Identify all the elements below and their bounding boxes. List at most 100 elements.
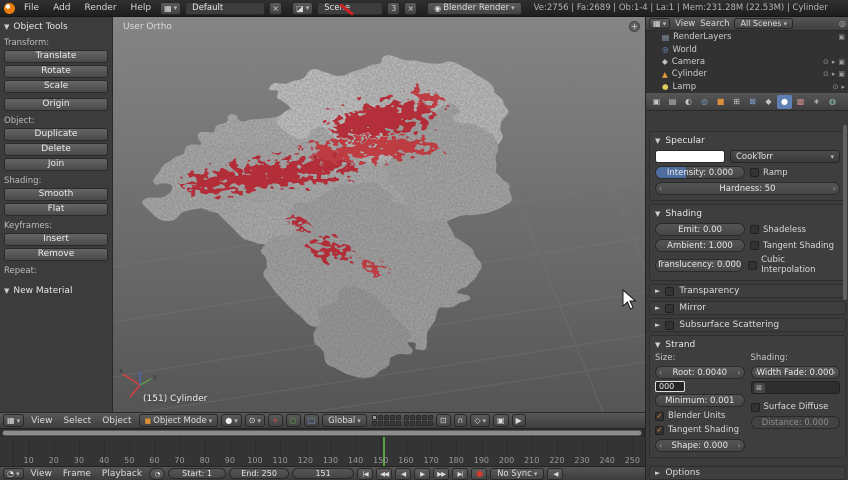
tab-particles[interactable]: ∗: [809, 95, 824, 109]
strand-shape-slider[interactable]: ‹ Shape: 0.000 ›: [655, 439, 745, 452]
opengl-render-button[interactable]: ▣: [493, 414, 509, 427]
outliner-item-cylinder[interactable]: ▲ Cylinder ⊙ ▸ ▣: [646, 68, 848, 80]
blender-logo-icon[interactable]: [4, 2, 15, 14]
timeline-menu-frame[interactable]: Frame: [59, 469, 95, 479]
decrement-arrow-icon[interactable]: ‹: [659, 441, 662, 450]
snap-element-select[interactable]: ◇ ▾: [470, 414, 491, 427]
editor-type-view3d-button[interactable]: ▦ ▾: [3, 414, 25, 427]
tab-material[interactable]: ●: [777, 94, 792, 109]
rotate-button[interactable]: Rotate: [4, 65, 108, 78]
blender-units-checkbox[interactable]: ✓ Blender Units: [655, 411, 725, 421]
join-button[interactable]: Join: [4, 158, 108, 171]
tab-render[interactable]: ▣: [649, 95, 664, 109]
manipulator-scale-toggle[interactable]: □: [303, 414, 320, 427]
increment-arrow-icon[interactable]: ›: [833, 368, 836, 377]
layer-selector[interactable]: [371, 415, 433, 426]
manipulator-translate-toggle[interactable]: +: [267, 414, 283, 427]
viewport-shading-select[interactable]: ● ▾: [221, 414, 242, 427]
translucency-slider[interactable]: Translucency: 0.000: [655, 258, 744, 272]
tab-constraints[interactable]: ⊞: [729, 95, 744, 109]
smooth-button[interactable]: Smooth: [4, 188, 108, 201]
strand-tip-edit-field[interactable]: 000: [655, 381, 685, 392]
tab-object[interactable]: ■: [713, 95, 728, 109]
editor-type-timeline-button[interactable]: ◔ ▾: [3, 468, 24, 479]
translate-button[interactable]: Translate: [4, 50, 108, 63]
strand-minimum-slider[interactable]: Minimum: 0.001: [655, 394, 745, 407]
cubic-interpolation-checkbox[interactable]: Cubic Interpolation: [748, 255, 840, 275]
scale-button[interactable]: Scale: [4, 80, 108, 93]
frame-start-field[interactable]: Start: 1: [168, 468, 227, 479]
previous-keyframe-button[interactable]: ◀◀: [376, 467, 393, 480]
outliner-menu-view[interactable]: View: [675, 19, 695, 29]
outliner-item-lamp[interactable]: ● Lamp ⊙ ▸: [646, 81, 848, 93]
outliner-item-renderlayers[interactable]: ▤ RenderLayers ▣: [646, 31, 848, 43]
emit-slider[interactable]: Emit: 0.00: [655, 223, 745, 236]
screen-layout-browse-button[interactable]: ▦ ▾: [160, 1, 182, 15]
play-reverse-button[interactable]: ◀: [395, 467, 412, 480]
tab-scene[interactable]: ◐: [681, 95, 696, 109]
panel-header-shading[interactable]: ▼ Shading: [655, 207, 840, 220]
panel-subsurface-scattering[interactable]: ► Subsurface Scattering: [649, 318, 846, 332]
lock-to-scene-toggle[interactable]: ⊡: [435, 414, 451, 427]
origin-button[interactable]: Origin: [4, 98, 108, 111]
strand-tangent-shading-checkbox[interactable]: ✓ Tangent Shading: [655, 425, 739, 435]
restrict-view-icon[interactable]: ⊙: [833, 83, 839, 91]
transparency-enable-checkbox[interactable]: [665, 286, 675, 296]
tab-render-layers[interactable]: ▤: [665, 95, 680, 109]
menu-render[interactable]: Render: [80, 2, 122, 14]
view3d-menu-view[interactable]: View: [27, 416, 56, 426]
increment-arrow-icon[interactable]: ›: [833, 184, 836, 193]
mirror-enable-checkbox[interactable]: [665, 303, 675, 313]
menu-add[interactable]: Add: [48, 2, 75, 14]
scene-close-button[interactable]: ×: [404, 1, 418, 15]
view3d-menu-select[interactable]: Select: [59, 416, 95, 426]
panel-mirror[interactable]: ► Mirror: [649, 301, 846, 315]
increment-arrow-icon[interactable]: ›: [737, 441, 740, 450]
timeline-scrollbar[interactable]: [2, 430, 642, 436]
ambient-slider[interactable]: Ambient: 1.000: [655, 239, 745, 252]
jump-to-start-button[interactable]: |◀: [357, 467, 374, 480]
outliner-item-camera[interactable]: ◆ Camera ⊙ ▸ ▣: [646, 56, 848, 68]
current-frame-field[interactable]: 151: [292, 468, 355, 479]
timeline[interactable]: 10 20 30 40 50 60 70 80 90 100 110 120 130 140 150 160 1…: [0, 429, 645, 466]
jump-to-end-button[interactable]: ▶|: [452, 467, 469, 480]
view3d-menu-object[interactable]: Object: [98, 416, 135, 426]
surface-diffuse-checkbox[interactable]: Surface Diffuse: [750, 402, 828, 412]
restrict-view-icon[interactable]: ⊙: [823, 70, 829, 78]
record-auto-keyframe-button[interactable]: ●: [471, 467, 488, 480]
flat-button[interactable]: Flat: [4, 203, 108, 216]
menu-help[interactable]: Help: [126, 2, 157, 14]
play-button[interactable]: ▶: [414, 467, 431, 480]
restrict-render-icon[interactable]: ▣: [838, 70, 845, 78]
hardness-slider[interactable]: ‹ Hardness: 50 ›: [655, 182, 840, 195]
audio-scrubbing-button[interactable]: ◀: [547, 467, 564, 480]
timeline-ruler[interactable]: 10 20 30 40 50 60 70 80 90 100 110 120 130 140 150 160 1…: [0, 437, 645, 466]
screen-layout-close-button[interactable]: ×: [269, 1, 283, 15]
specular-shader-select[interactable]: CookTorr ▾: [730, 150, 840, 163]
delete-button[interactable]: Delete: [4, 143, 108, 156]
panel-transparency[interactable]: ► Transparency: [649, 284, 846, 298]
surface-distance-slider[interactable]: Distance: 0.000: [750, 416, 840, 429]
tab-modifiers[interactable]: ⊠: [745, 95, 760, 109]
viewport-3d[interactable]: x y User Ortho (151) Cylinder +: [113, 17, 645, 412]
sss-enable-checkbox[interactable]: [665, 320, 675, 330]
search-icon[interactable]: ◎: [839, 19, 846, 28]
ramp-checkbox[interactable]: Ramp: [750, 168, 788, 178]
tab-physics[interactable]: ◍: [825, 95, 840, 109]
next-keyframe-button[interactable]: ▶▶: [433, 467, 450, 480]
uv-map-field[interactable]: ⊠: [750, 381, 840, 394]
render-engine-select[interactable]: ◉ Blender Render ▾: [427, 1, 522, 15]
decrement-arrow-icon[interactable]: ‹: [659, 368, 662, 377]
restrict-select-icon[interactable]: ▸: [841, 83, 845, 91]
restrict-select-icon[interactable]: ▸: [832, 70, 836, 78]
increment-arrow-icon[interactable]: ›: [737, 368, 740, 377]
region-expand-icon[interactable]: +: [629, 21, 640, 32]
manipulator-rotate-toggle[interactable]: ○: [285, 414, 301, 427]
mode-select[interactable]: ■ Object Mode ▾: [138, 414, 219, 427]
timeline-menu-view[interactable]: View: [27, 469, 56, 479]
pivot-point-select[interactable]: ⊙ ▾: [244, 414, 265, 427]
specular-color-swatch[interactable]: [655, 150, 725, 163]
duplicate-button[interactable]: Duplicate: [4, 128, 108, 141]
scene-users-button[interactable]: 3: [387, 1, 401, 15]
specular-intensity-slider[interactable]: Intensity: 0.000: [655, 166, 745, 179]
